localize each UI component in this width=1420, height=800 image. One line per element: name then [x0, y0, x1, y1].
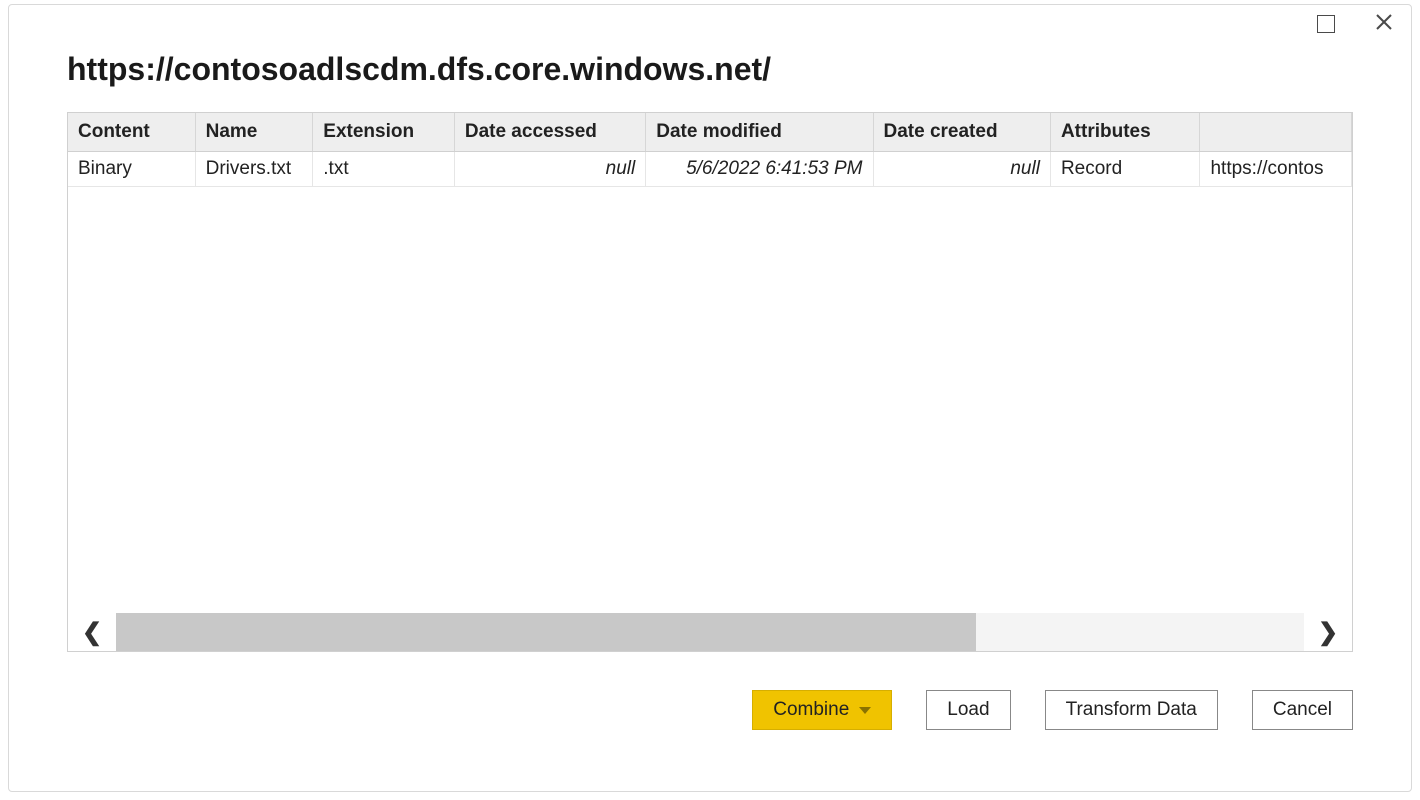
- grid-body: Binary Drivers.txt .txt null 5/6/2022 6:…: [68, 152, 1352, 613]
- scroll-track[interactable]: [976, 613, 1304, 651]
- dialog-footer: Combine Load Transform Data Cancel: [67, 690, 1353, 730]
- data-grid: Content Name Extension Date accessed Dat…: [67, 112, 1353, 652]
- cell-accessed: null: [455, 152, 646, 186]
- combine-label: Combine: [773, 699, 849, 721]
- cell-folderpath: https://contos: [1200, 152, 1352, 186]
- navigator-dialog: https://contosoadlscdm.dfs.core.windows.…: [8, 4, 1412, 792]
- cell-created: null: [874, 152, 1051, 186]
- scroll-left-icon[interactable]: ❮: [68, 613, 116, 651]
- cell-modified: 5/6/2022 6:41:53 PM: [646, 152, 873, 186]
- cancel-button[interactable]: Cancel: [1252, 690, 1353, 730]
- scroll-thumb[interactable]: [116, 613, 976, 651]
- titlebar: [9, 5, 1411, 43]
- column-header-accessed[interactable]: Date accessed: [455, 113, 646, 151]
- column-header-extension[interactable]: Extension: [313, 113, 455, 151]
- column-header-modified[interactable]: Date modified: [646, 113, 873, 151]
- cell-extension: .txt: [313, 152, 455, 186]
- cancel-label: Cancel: [1273, 699, 1332, 721]
- cell-content: Binary: [68, 152, 196, 186]
- combine-button[interactable]: Combine: [752, 690, 892, 730]
- column-header-folderpath[interactable]: [1200, 113, 1352, 151]
- column-header-created[interactable]: Date created: [874, 113, 1051, 151]
- load-label: Load: [947, 699, 989, 721]
- page-title: https://contosoadlscdm.dfs.core.windows.…: [67, 51, 1353, 88]
- horizontal-scrollbar[interactable]: ❮ ❯: [68, 613, 1352, 651]
- close-icon[interactable]: [1375, 13, 1393, 36]
- scroll-right-icon[interactable]: ❯: [1304, 613, 1352, 651]
- grid-header-row: Content Name Extension Date accessed Dat…: [68, 113, 1352, 152]
- column-header-attributes[interactable]: Attributes: [1051, 113, 1201, 151]
- column-header-content[interactable]: Content: [68, 113, 196, 151]
- column-header-name[interactable]: Name: [196, 113, 314, 151]
- chevron-down-icon: [859, 707, 871, 714]
- transform-label: Transform Data: [1066, 699, 1197, 721]
- transform-data-button[interactable]: Transform Data: [1045, 690, 1218, 730]
- cell-attributes: Record: [1051, 152, 1201, 186]
- maximize-icon[interactable]: [1317, 15, 1335, 33]
- cell-name: Drivers.txt: [196, 152, 314, 186]
- dialog-content: https://contosoadlscdm.dfs.core.windows.…: [9, 43, 1411, 791]
- table-row[interactable]: Binary Drivers.txt .txt null 5/6/2022 6:…: [68, 152, 1352, 187]
- load-button[interactable]: Load: [926, 690, 1010, 730]
